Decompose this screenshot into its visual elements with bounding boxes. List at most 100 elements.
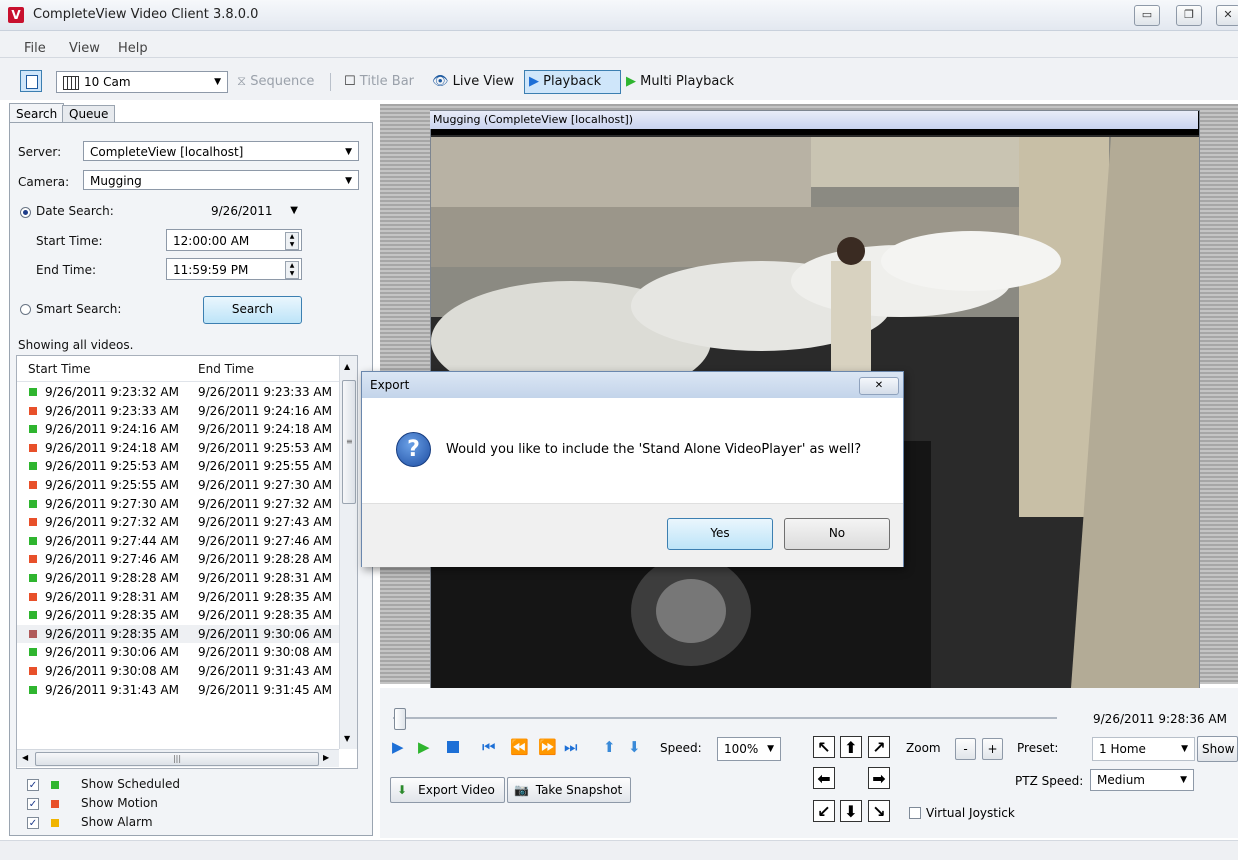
event-type-swatch xyxy=(29,611,37,620)
list-item[interactable]: 9/26/2011 9:30:06 AM 9/26/2011 9:30:08 AM xyxy=(17,643,342,662)
search-button[interactable]: Search xyxy=(203,296,302,324)
list-item[interactable]: 9/26/2011 9:25:53 AM 9/26/2011 9:25:55 AM xyxy=(17,457,342,476)
date-search-label: Date Search: xyxy=(36,204,114,218)
step-forward-icon[interactable]: ⏩ xyxy=(538,738,557,756)
zoom-out-button[interactable]: - xyxy=(955,738,976,760)
take-snapshot-button[interactable]: 📷 Take Snapshot xyxy=(507,777,631,803)
camera-layout-select[interactable]: 10 Cam ▼ xyxy=(56,71,228,93)
multi-playback-button[interactable]: ▶ Multi Playback xyxy=(626,71,734,93)
camera-select[interactable]: Mugging ▼ xyxy=(83,170,359,190)
vertical-scrollbar[interactable]: ▲ ≡ ▼ xyxy=(339,356,357,749)
zoom-label: Zoom xyxy=(906,741,941,755)
layout-toggle-button[interactable] xyxy=(20,70,42,92)
menu-view[interactable]: View xyxy=(69,41,100,56)
show-scheduled-checkbox[interactable]: ✓ xyxy=(27,779,39,791)
preset-value: 1 Home xyxy=(1099,742,1146,756)
ptz-down-left-button[interactable]: ↙ xyxy=(813,800,835,822)
ptz-up-right-button[interactable]: ↗ xyxy=(868,736,890,758)
timeline-slider-thumb[interactable] xyxy=(394,708,406,730)
stop-icon[interactable] xyxy=(447,741,459,753)
ptz-speed-select[interactable]: Medium ▼ xyxy=(1090,769,1194,791)
ptz-up-left-button[interactable]: ↖ xyxy=(813,736,835,758)
list-item[interactable]: 9/26/2011 9:27:44 AM 9/26/2011 9:27:46 AM xyxy=(17,532,342,551)
list-item[interactable]: 9/26/2011 9:23:33 AM 9/26/2011 9:24:16 AM xyxy=(17,402,342,421)
column-start-time[interactable]: Start Time xyxy=(28,362,91,376)
list-item[interactable]: 9/26/2011 9:25:55 AM 9/26/2011 9:27:30 AM xyxy=(17,476,342,495)
scrollbar-thumb[interactable]: ||| xyxy=(35,752,319,766)
yes-button[interactable]: Yes xyxy=(667,518,773,550)
chevron-down-icon: ▼ xyxy=(290,205,298,216)
server-select[interactable]: CompleteView [localhost] ▼ xyxy=(83,141,359,161)
date-search-radio[interactable] xyxy=(20,207,31,218)
title-bar-button[interactable]: ☐ Title Bar xyxy=(344,71,414,93)
smart-search-radio[interactable] xyxy=(20,304,31,315)
arrow-down-blue-icon[interactable]: ⬇ xyxy=(628,738,641,756)
playback-button[interactable]: ▶ Playback xyxy=(524,70,621,94)
list-item[interactable]: 9/26/2011 9:28:28 AM 9/26/2011 9:28:31 AM xyxy=(17,569,342,588)
end-time-label: End Time: xyxy=(36,263,97,277)
virtual-joystick-checkbox[interactable] xyxy=(909,807,921,819)
column-end-time[interactable]: End Time xyxy=(198,362,254,376)
start-time-input[interactable]: 12:00:00 AM ▲ ▼ xyxy=(166,229,302,251)
scrollbar-thumb[interactable]: ≡ xyxy=(342,380,356,504)
list-item[interactable]: 9/26/2011 9:27:46 AM 9/26/2011 9:28:28 AM xyxy=(17,550,342,569)
start-time-label: Start Time: xyxy=(36,234,103,248)
dialog-close-button[interactable]: ✕ xyxy=(859,377,899,395)
menu-help[interactable]: Help xyxy=(118,41,148,56)
list-item[interactable]: 9/26/2011 9:24:18 AM 9/26/2011 9:25:53 AM xyxy=(17,439,342,458)
ptz-left-button[interactable]: ⬅ xyxy=(813,767,835,789)
list-item[interactable]: 9/26/2011 9:28:35 AM 9/26/2011 9:28:35 AM xyxy=(17,606,342,625)
list-item[interactable]: 9/26/2011 9:23:32 AM 9/26/2011 9:23:33 AM xyxy=(17,383,342,402)
list-item[interactable]: 9/26/2011 9:30:08 AM 9/26/2011 9:31:43 AM xyxy=(17,662,342,681)
camera-icon: 📷 xyxy=(514,783,529,797)
spinner-icon[interactable]: ▲ ▼ xyxy=(285,232,299,250)
arrow-right-icon[interactable]: ▶ xyxy=(323,753,329,762)
restore-button[interactable]: ❐ xyxy=(1176,5,1202,26)
spinner-icon[interactable]: ▲ ▼ xyxy=(285,261,299,279)
ptz-up-button[interactable]: ⬆ xyxy=(840,736,862,758)
ptz-down-right-button[interactable]: ↘ xyxy=(868,800,890,822)
timeline-track[interactable] xyxy=(393,717,1057,719)
show-alarm-checkbox[interactable]: ✓ xyxy=(27,817,39,829)
ptz-right-button[interactable]: ➡ xyxy=(868,767,890,789)
zoom-in-button[interactable]: + xyxy=(982,738,1003,760)
tab-queue[interactable]: Queue xyxy=(62,105,116,123)
preset-select[interactable]: 1 Home ▼ xyxy=(1092,737,1195,761)
play-icon[interactable]: ▶ xyxy=(418,738,430,756)
menu-file[interactable]: File xyxy=(24,41,46,56)
skip-to-start-icon[interactable]: ⏮ xyxy=(482,738,496,756)
list-item[interactable]: 9/26/2011 9:24:16 AM 9/26/2011 9:24:18 AM xyxy=(17,420,342,439)
skip-to-end-icon[interactable]: ⏭ xyxy=(564,738,578,756)
export-video-button[interactable]: ⬇ Export Video xyxy=(390,777,505,803)
export-video-label: Export Video xyxy=(418,783,495,797)
close-window-button[interactable]: ✕ xyxy=(1216,5,1238,26)
list-item[interactable]: 9/26/2011 9:27:32 AM 9/26/2011 9:27:43 AM xyxy=(17,513,342,532)
show-motion-checkbox[interactable]: ✓ xyxy=(27,798,39,810)
arrow-down-icon[interactable]: ▼ xyxy=(344,734,350,743)
row-start-time: 9/26/2011 9:23:33 AM xyxy=(45,403,179,418)
arrow-left-icon[interactable]: ◀ xyxy=(22,753,28,762)
tab-search[interactable]: Search xyxy=(9,103,65,124)
minimize-button[interactable]: ▭ xyxy=(1134,5,1160,26)
speed-select[interactable]: 100% ▼ xyxy=(717,737,781,761)
play-reverse-icon[interactable]: ▶ xyxy=(392,738,404,756)
arrow-up-blue-icon[interactable]: ⬆ xyxy=(603,738,616,756)
arrow-up-icon[interactable]: ▲ xyxy=(344,362,350,371)
list-item[interactable]: 9/26/2011 9:31:43 AM 9/26/2011 9:31:45 AM xyxy=(17,681,342,700)
show-preset-button[interactable]: Show xyxy=(1197,736,1238,762)
list-item[interactable]: 9/26/2011 9:27:30 AM 9/26/2011 9:27:32 AM xyxy=(17,495,342,514)
no-button[interactable]: No xyxy=(784,518,890,550)
end-time-input[interactable]: 11:59:59 PM ▲ ▼ xyxy=(166,258,302,280)
list-item[interactable]: 9/26/2011 9:28:35 AM 9/26/2011 9:30:06 AM xyxy=(17,624,342,644)
ptz-down-button[interactable]: ⬇ xyxy=(840,800,862,822)
live-view-button[interactable]: 👁 Live View xyxy=(432,71,514,93)
list-item[interactable]: 9/26/2011 9:28:31 AM 9/26/2011 9:28:35 AM xyxy=(17,588,342,607)
row-end-time: 9/26/2011 9:28:35 AM xyxy=(198,608,332,623)
horizontal-scrollbar[interactable]: ◀ ||| ▶ xyxy=(17,749,339,767)
date-value: 9/26/2011 xyxy=(211,204,273,218)
event-type-swatch xyxy=(29,499,37,508)
step-back-icon[interactable]: ⏪ xyxy=(510,738,529,756)
event-type-swatch xyxy=(29,592,37,601)
date-picker[interactable]: 9/26/2011 ▼ xyxy=(203,201,304,221)
sequence-button[interactable]: ⧖ Sequence xyxy=(237,71,314,93)
